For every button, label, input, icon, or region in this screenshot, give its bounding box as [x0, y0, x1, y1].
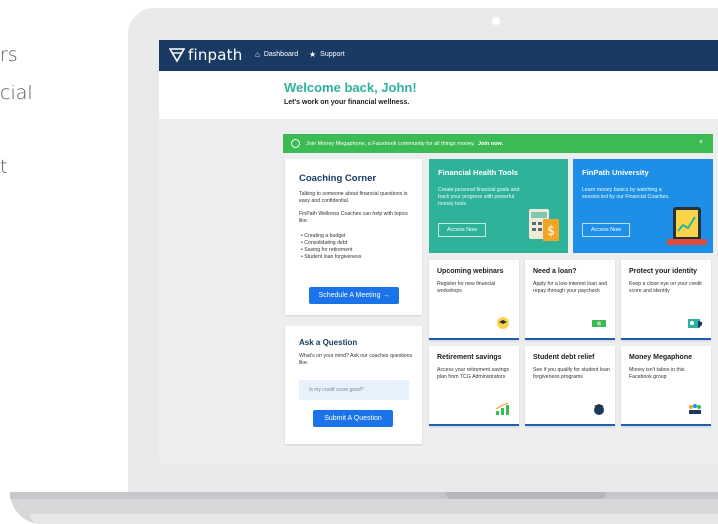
coaching-corner-card: Coaching Corner Talking to someone about…: [285, 159, 422, 315]
card-title: Need a loan?: [533, 268, 577, 275]
student-debt-relief-card[interactable]: Student debt relief See if you qualify f…: [525, 346, 615, 426]
access-now-button[interactable]: Access Now: [582, 223, 630, 237]
need-a-loan-card[interactable]: Need a loan? Apply for a low-interest lo…: [525, 260, 615, 340]
logo-text: finpath: [188, 46, 243, 64]
upcoming-webinars-card[interactable]: Upcoming webinars Register for new finan…: [429, 260, 519, 340]
svg-text:$: $: [547, 224, 555, 239]
star-icon: ★: [309, 50, 317, 59]
coaching-title: Coaching Corner: [299, 173, 377, 184]
card-title: Upcoming webinars: [437, 268, 504, 275]
card-title: Money Megaphone: [629, 354, 693, 361]
ask-question-card: Ask a Question What's on your mind? Ask …: [285, 326, 422, 444]
card-text: Apply for a low-interest loan and repay …: [533, 281, 608, 294]
nav-support[interactable]: ★ Support: [309, 50, 345, 59]
card-title: Retirement savings: [437, 354, 502, 361]
ask-text: What's on your mind? Ask our coaches que…: [299, 353, 413, 366]
coaching-intro: Talking to someone about financial quest…: [299, 191, 408, 204]
tool-text: Learn money basics by watching a session…: [582, 187, 670, 200]
money-megaphone-card[interactable]: Money Megaphone Money isn't taboo in thi…: [621, 346, 711, 426]
community-banner: Join Money Megaphone, a Facebook communi…: [283, 134, 713, 153]
bar-growth-icon: [495, 402, 509, 415]
topic-item: • Creating a budget: [301, 233, 346, 239]
home-icon: ⌂: [255, 50, 260, 59]
nav-support-label: Support: [320, 51, 345, 58]
retirement-savings-card[interactable]: Retirement savings Access your retiremen…: [429, 346, 519, 426]
ask-title: Ask a Question: [299, 338, 358, 347]
protect-identity-card[interactable]: Protect your identity Keep a close eye o…: [621, 260, 711, 340]
nav-dashboard[interactable]: ⌂ Dashboard: [255, 50, 298, 59]
card-text: Money isn't taboo in this Facebook group: [629, 367, 685, 380]
card-title: Student debt relief: [533, 354, 595, 361]
smiley-icon: [291, 139, 300, 148]
coaching-coaches-text: FinPath Wellness Coaches can help with t…: [299, 211, 408, 224]
laptop-camera: [492, 17, 500, 25]
nav-dashboard-label: Dashboard: [263, 51, 299, 58]
page-title: Welcome back, John!: [284, 80, 417, 95]
card-title: Protect your identity: [629, 268, 698, 275]
question-input[interactable]: Is my credit score good?: [299, 380, 409, 400]
laptop-base-shadow: [30, 514, 718, 524]
people-group-icon: [689, 404, 701, 414]
laptop-notch: [446, 492, 606, 499]
laptop-base-edge: [10, 492, 718, 499]
topic-item: • Saving for retirement: [301, 247, 353, 253]
close-icon[interactable]: ×: [699, 139, 703, 146]
cash-icon: [592, 320, 606, 327]
tablet-chart-icon: [667, 207, 707, 245]
finpath-logo[interactable]: finpath: [169, 46, 242, 64]
page-subtitle: Let's work on your financial wellness.: [284, 99, 410, 106]
laptop-screen: finpath ⌂ Dashboard ★ Support Welcome ba…: [159, 40, 718, 463]
side-text-1: rs: [0, 44, 18, 66]
banner-join-link[interactable]: Join now.: [478, 141, 503, 147]
submit-question-button[interactable]: Submit A Question: [313, 410, 393, 427]
finpath-university-card[interactable]: FinPath University Learn money basics by…: [573, 159, 713, 253]
top-navbar: finpath ⌂ Dashboard ★ Support: [159, 40, 718, 71]
calculator-dollar-icon: $: [529, 209, 559, 241]
access-now-button[interactable]: Access Now: [438, 223, 486, 237]
graduation-medal-icon: [497, 317, 509, 329]
banner-text: Join Money Megaphone, a Facebook communi…: [306, 140, 475, 147]
card-text: Keep a close eye on your credit score an…: [629, 281, 702, 294]
id-shield-icon: [688, 319, 702, 328]
welcome-header: Welcome back, John! Let's work on your f…: [159, 71, 718, 119]
side-text-2: cial: [0, 82, 33, 104]
tool-title: Financial Health Tools: [438, 168, 519, 177]
tool-title: FinPath University: [582, 168, 649, 177]
finpath-logo-icon: [169, 48, 185, 63]
topic-item: • Student loan forgiveness: [301, 254, 362, 260]
card-text: Access your retirement savings plan from…: [437, 367, 510, 380]
card-text: See if you qualify for student loan forg…: [533, 367, 610, 380]
side-text-3: t: [0, 156, 8, 178]
card-text: Register for new financial workshops: [437, 281, 496, 294]
graduation-cap-dollar-icon: [594, 404, 604, 415]
financial-health-tools-card[interactable]: Financial Health Tools Create personal f…: [429, 159, 568, 253]
topic-item: • Consolidating debt: [301, 240, 348, 246]
tool-text: Create personal financial goals and trac…: [438, 187, 520, 207]
schedule-meeting-button[interactable]: Schedule A Meeting →: [309, 287, 399, 304]
